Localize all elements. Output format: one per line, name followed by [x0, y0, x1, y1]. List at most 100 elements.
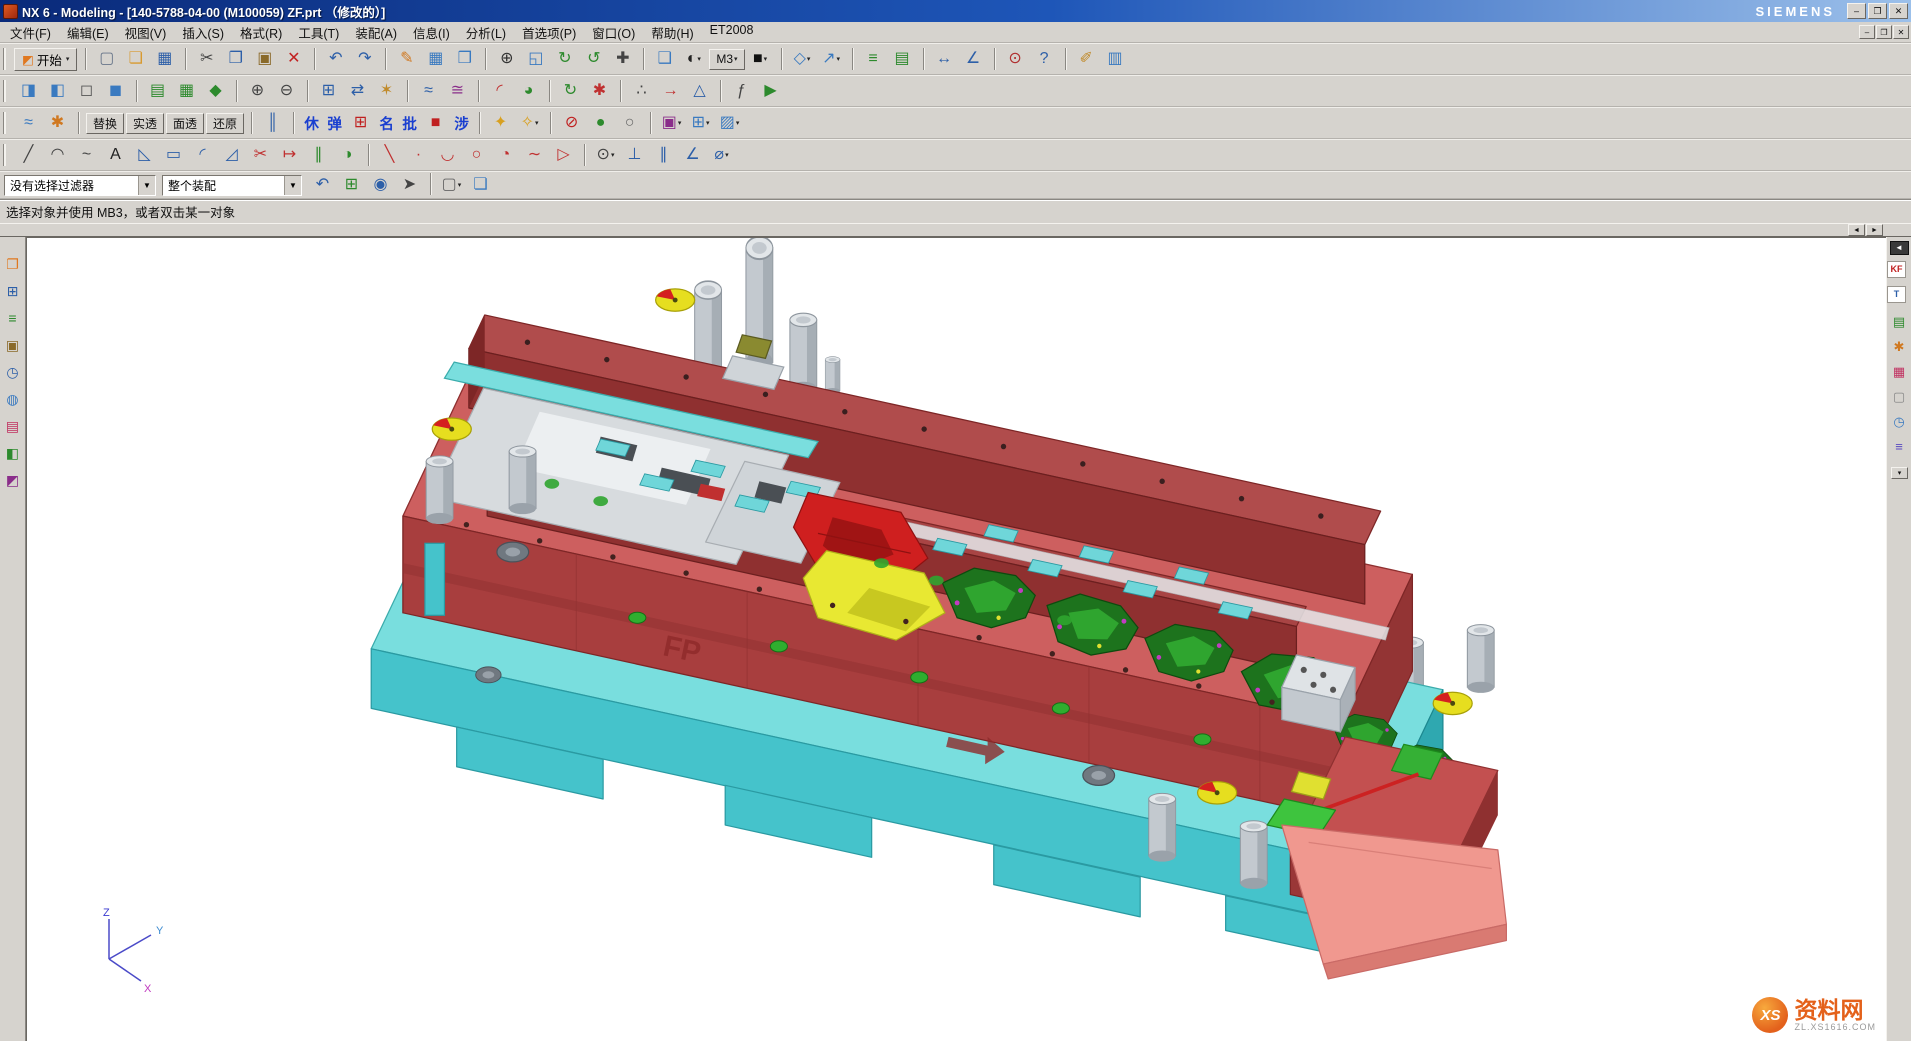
m3-view-button[interactable]: M3▾	[709, 49, 744, 70]
rectangle-tool-icon[interactable]: ▭	[160, 143, 187, 167]
box-icon[interactable]: ▢	[1889, 387, 1909, 407]
hide-icon[interactable]: ○	[616, 111, 643, 135]
tooling-navigator-icon[interactable]: T	[1887, 286, 1906, 303]
lock-icon[interactable]: ✦	[487, 111, 514, 135]
steel-block[interactable]	[1282, 655, 1355, 732]
film-icon[interactable]: ▣▾	[658, 111, 685, 135]
scroll-left-button[interactable]: ◄	[1848, 224, 1865, 236]
vector-constructor-icon[interactable]: →	[657, 79, 684, 103]
menu-window[interactable]: 窗口(O)	[584, 21, 643, 44]
lifter-disc[interactable]	[432, 418, 471, 440]
minimize-button[interactable]: –	[1847, 3, 1866, 19]
child-close-button[interactable]: ✕	[1893, 25, 1909, 39]
start-menu-button[interactable]: ◩开始▾	[14, 48, 77, 71]
adjuster-knob[interactable]	[1083, 765, 1115, 785]
child-restore-button[interactable]: ❐	[1876, 25, 1892, 39]
wireframe-icon[interactable]: ◻	[73, 79, 100, 103]
studio-spline-icon[interactable]: ∼	[521, 143, 548, 167]
highlight-icon[interactable]: ◉	[367, 173, 394, 197]
interpart-link-icon[interactable]: ≅	[444, 79, 471, 103]
restore-button[interactable]: 还原	[206, 113, 244, 134]
color-swatch-icon[interactable]: ■▾	[747, 47, 774, 71]
menu-insert[interactable]: 插入(S)	[174, 21, 232, 44]
replace-button[interactable]: 替换	[86, 113, 124, 134]
constraint-navigator-icon[interactable]: ⊞	[3, 281, 23, 301]
angle-dim-icon[interactable]: ∠	[679, 143, 706, 167]
xiu-button[interactable]: 休	[301, 112, 322, 134]
section-ruler-icon[interactable]: ║	[259, 111, 286, 135]
assembly-navigator-icon[interactable]: ❐	[3, 254, 23, 274]
regenerate-icon[interactable]: ✱	[586, 79, 613, 103]
resume-icon[interactable]: ●	[587, 111, 614, 135]
scroll-right-button[interactable]: ►	[1866, 224, 1883, 236]
adjuster-knob[interactable]	[476, 667, 501, 683]
combo-dropdown-icon[interactable]: ▼	[284, 176, 301, 195]
resource-scroll-down-button[interactable]: ▾	[1891, 467, 1908, 479]
guide-post[interactable]	[425, 543, 445, 615]
arc-tool-icon[interactable]: ◠	[44, 143, 71, 167]
adjuster-knob[interactable]	[497, 542, 529, 562]
menu-help[interactable]: 帮助(H)	[643, 21, 701, 44]
point-constructor-icon[interactable]: ∴	[628, 79, 655, 103]
knowledge-fusion-icon[interactable]: KF	[1887, 261, 1906, 278]
cursor-icon[interactable]: ➤	[396, 173, 423, 197]
circle-tool-icon[interactable]: ○	[463, 143, 490, 167]
measure-angle-icon[interactable]: ∠	[960, 47, 987, 71]
mirror-tool-icon[interactable]: ◑	[334, 143, 361, 167]
tan-button[interactable]: 弹	[324, 112, 345, 134]
history-icon[interactable]: ◷	[3, 362, 23, 382]
measure-distance-icon[interactable]: ↔	[931, 47, 958, 71]
child-minimize-button[interactable]: –	[1859, 25, 1875, 39]
orient-top-icon[interactable]: ▦	[173, 79, 200, 103]
face-transparent-button[interactable]: 面透	[166, 113, 204, 134]
edge-highlight-icon[interactable]: ◜	[486, 79, 513, 103]
materials-icon[interactable]: ◧	[3, 443, 23, 463]
zoom-window-icon[interactable]: ⊕	[493, 47, 520, 71]
undo-icon[interactable]: ↶	[322, 47, 349, 71]
menu-preferences[interactable]: 首选项(P)	[514, 21, 584, 44]
suppress-icon[interactable]: ⊘	[558, 111, 585, 135]
macro-play-icon[interactable]: ▶	[757, 79, 784, 103]
explode-view-icon[interactable]: ✶	[373, 79, 400, 103]
red-block-icon[interactable]: ■	[422, 111, 449, 135]
find-in-window-icon[interactable]: ❏	[467, 173, 494, 197]
roles-icon[interactable]: ◩	[3, 470, 23, 490]
move-component-icon[interactable]: ⇄	[344, 79, 371, 103]
palette2-icon[interactable]: ▦	[1889, 362, 1909, 382]
part-navigator-icon[interactable]: ≡	[3, 308, 23, 328]
motion-sim-icon[interactable]: ≈	[15, 111, 42, 135]
pan-icon[interactable]: ✚	[609, 47, 636, 71]
combo-dropdown-icon[interactable]: ▼	[138, 176, 155, 195]
layer-settings-icon[interactable]: ≡	[860, 47, 887, 71]
layer-category-icon[interactable]: ▤	[889, 47, 916, 71]
pattern-tool-icon[interactable]: ▨▾	[716, 111, 743, 135]
fillet-tool-icon[interactable]: ◜	[189, 143, 216, 167]
zoom-in-icon[interactable]: ⊕	[244, 79, 271, 103]
orient-front-icon[interactable]: ▤	[144, 79, 171, 103]
snap-point-icon[interactable]: ⊙▾	[592, 143, 619, 167]
text-tool-icon[interactable]: A	[102, 143, 129, 167]
unlock-icon[interactable]: ✧▾	[516, 111, 543, 135]
template-icon[interactable]: ▥	[1102, 47, 1129, 71]
paste-icon[interactable]: ▣	[251, 47, 278, 71]
trim-tool-icon[interactable]: ✂	[247, 143, 274, 167]
menu-information[interactable]: 信息(I)	[405, 21, 458, 44]
menu-file[interactable]: 文件(F)	[2, 21, 59, 44]
menu-assemblies[interactable]: 装配(A)	[347, 21, 405, 44]
line-tool-icon[interactable]: ╱	[15, 143, 42, 167]
diameter-dim-icon[interactable]: ⌀▾	[708, 143, 735, 167]
web-browser-icon[interactable]: ◍	[3, 389, 23, 409]
refresh-icon[interactable]: ↻	[551, 47, 578, 71]
mold-tools-icon[interactable]: ⊞▾	[687, 111, 714, 135]
stack-icon[interactable]: ≡	[1889, 437, 1909, 457]
lifter-disc[interactable]	[1433, 692, 1472, 714]
point-tool-icon[interactable]: ∙	[405, 143, 432, 167]
open-file-icon[interactable]: ❏	[122, 47, 149, 71]
catalog-icon[interactable]: ▤	[1889, 312, 1909, 332]
selection-scope-combo[interactable]: 整个装配 ▼	[162, 175, 302, 196]
datum-plane-icon[interactable]: ◇▾	[789, 47, 816, 71]
maximize-button[interactable]: ❐	[1868, 3, 1887, 19]
menu-format[interactable]: 格式(R)	[232, 21, 290, 44]
new-file-icon[interactable]: ▢	[93, 47, 120, 71]
shaded-display-icon[interactable]: ◐▾	[680, 47, 707, 71]
